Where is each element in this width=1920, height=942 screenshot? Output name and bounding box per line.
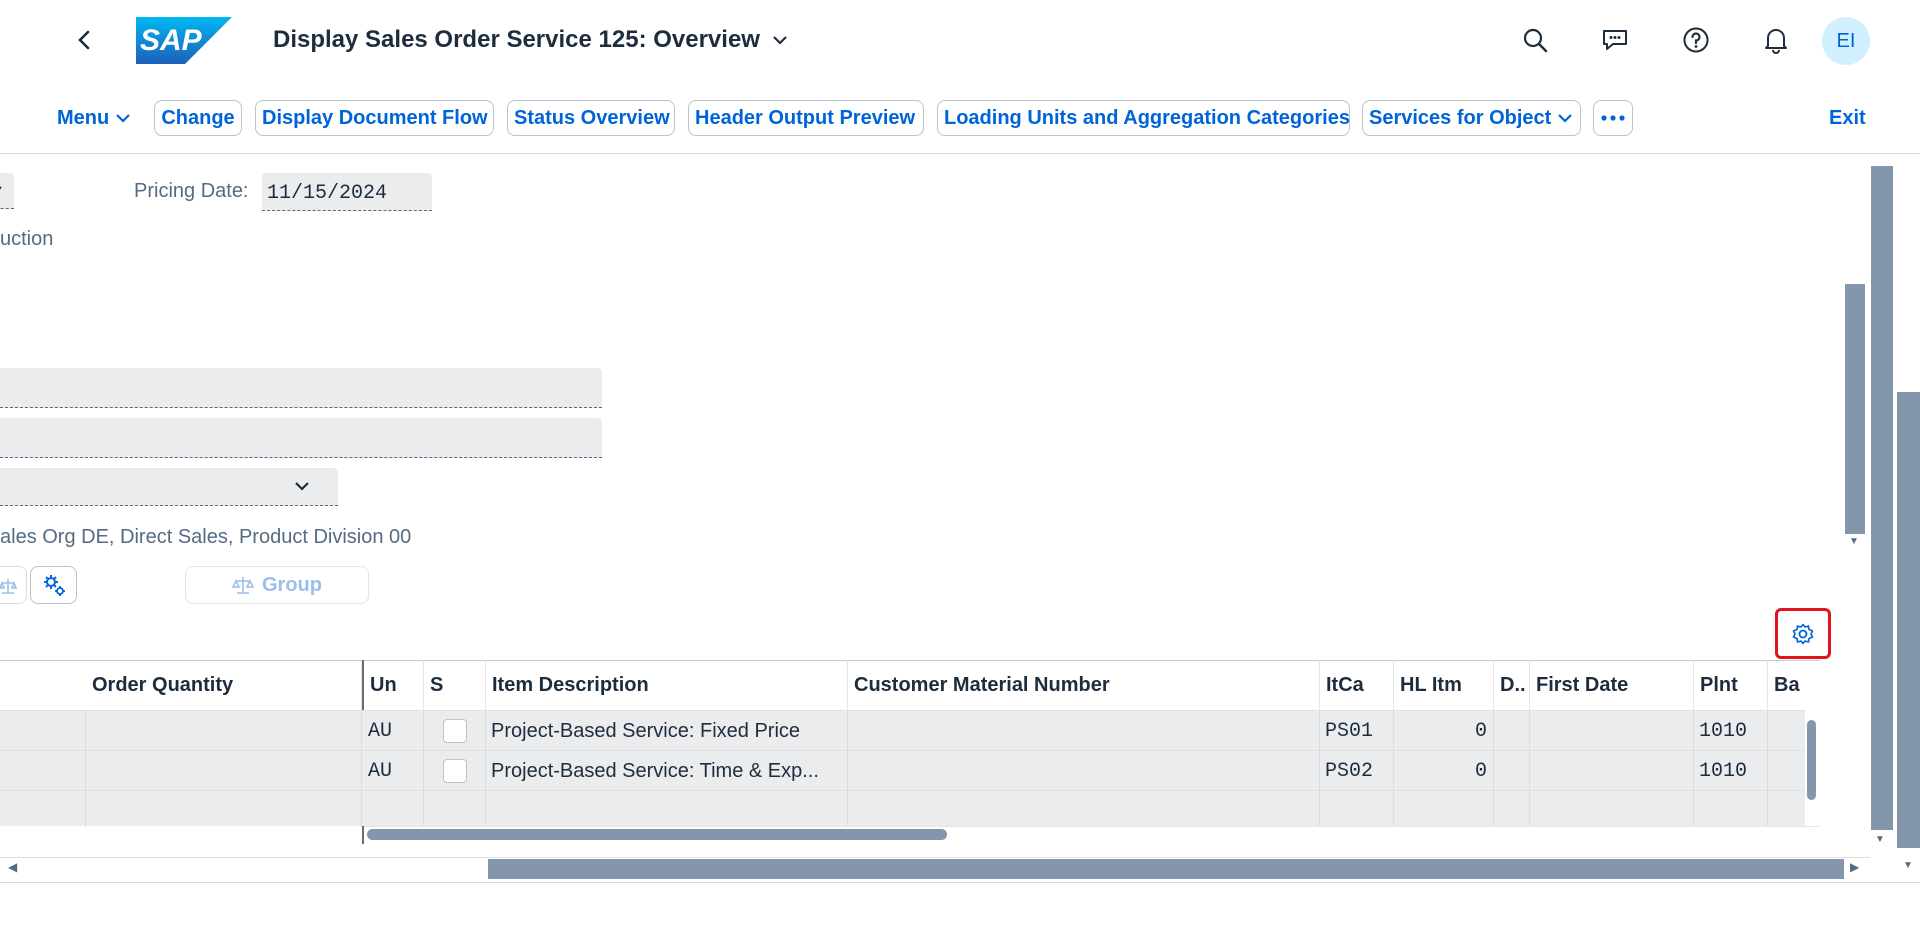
first-date-cell bbox=[1530, 711, 1694, 751]
more-icon bbox=[1601, 115, 1625, 121]
column-header-itca[interactable]: ItCa bbox=[1320, 660, 1394, 710]
page-horizontal-scrollbar[interactable] bbox=[488, 859, 1844, 879]
services-for-object-label: Services for Object bbox=[1369, 106, 1552, 129]
exit-button[interactable]: Exit bbox=[1829, 100, 1866, 136]
text-field-2[interactable] bbox=[0, 418, 602, 458]
chevron-down-icon bbox=[773, 36, 787, 45]
unit-cell: AU bbox=[364, 751, 424, 791]
chevron-down-icon bbox=[0, 186, 2, 190]
scroll-right-arrow[interactable]: ▶ bbox=[1850, 860, 1859, 874]
page-vertical-scrollbar[interactable] bbox=[1897, 392, 1920, 848]
user-avatar[interactable]: EI bbox=[1822, 17, 1870, 65]
inner-vertical-scrollbar[interactable] bbox=[1845, 284, 1865, 534]
search-icon bbox=[1523, 28, 1548, 53]
balance-icon bbox=[0, 579, 17, 594]
itca-cell: PS01 bbox=[1320, 711, 1394, 751]
outer-scroll-down-arrow[interactable]: ▼ bbox=[1875, 834, 1885, 845]
table-row[interactable]: AU Project-Based Service: Fixed Price PS… bbox=[0, 710, 1805, 751]
partial-text-production: uction bbox=[0, 228, 54, 250]
bell-icon bbox=[1765, 29, 1787, 54]
page-scroll-down-arrow[interactable]: ▼ bbox=[1903, 860, 1913, 871]
scroll-left-arrow[interactable]: ◀ bbox=[8, 860, 17, 874]
order-quantity-cell bbox=[86, 751, 362, 791]
row-checkbox[interactable] bbox=[442, 759, 467, 783]
outer-vertical-scrollbar[interactable] bbox=[1871, 166, 1893, 830]
display-document-flow-button[interactable]: Display Document Flow bbox=[255, 100, 494, 136]
first-date-cell bbox=[1530, 751, 1694, 791]
column-header-status[interactable]: S bbox=[424, 660, 486, 710]
menu-button[interactable]: Menu bbox=[57, 100, 131, 136]
services-for-object-button[interactable]: Services for Object bbox=[1362, 100, 1581, 136]
column-header-order-quantity[interactable]: Order Quantity bbox=[86, 660, 362, 710]
table-row[interactable]: AU Project-Based Service: Time & Exp... … bbox=[0, 750, 1805, 791]
sap-logo: SAP bbox=[136, 17, 232, 64]
header-output-preview-button[interactable]: Header Output Preview bbox=[688, 100, 924, 136]
pricing-date-field[interactable]: 11/15/2024 bbox=[262, 173, 432, 211]
partial-dropdown[interactable] bbox=[0, 173, 14, 209]
gear-icon bbox=[1792, 623, 1814, 644]
column-header-first-date[interactable]: First Date bbox=[1530, 660, 1694, 710]
page-title[interactable]: Display Sales Order Service 125: Overvie… bbox=[273, 26, 788, 54]
balance-icon bbox=[232, 577, 254, 594]
column-header-d[interactable]: D.. bbox=[1494, 660, 1530, 710]
customer-material-cell bbox=[848, 711, 1320, 751]
column-header-unit[interactable]: Un bbox=[364, 660, 424, 710]
main-content: Pricing Date: 11/15/2024 uction ales Org… bbox=[0, 154, 1920, 942]
customer-material-cell bbox=[848, 751, 1320, 791]
help-icon bbox=[1683, 27, 1709, 53]
pricing-date-label: Pricing Date: bbox=[134, 180, 249, 202]
group-button[interactable]: Group bbox=[185, 566, 369, 604]
svg-text:SAP: SAP bbox=[140, 24, 203, 57]
status-overview-button[interactable]: Status Overview bbox=[507, 100, 675, 136]
hl-itm-cell: 0 bbox=[1394, 751, 1494, 791]
dropdown-field[interactable] bbox=[0, 468, 338, 506]
change-button[interactable]: Change bbox=[154, 100, 242, 136]
column-header-plant[interactable]: Plnt bbox=[1694, 660, 1768, 710]
chevron-left-icon bbox=[78, 30, 90, 50]
plant-cell: 1010 bbox=[1694, 711, 1768, 751]
gears-icon bbox=[43, 575, 65, 596]
hl-itm-cell: 0 bbox=[1394, 711, 1494, 751]
joule-button[interactable] bbox=[1595, 20, 1635, 60]
plant-cell: 1010 bbox=[1694, 751, 1768, 791]
chevron-down-icon bbox=[295, 482, 309, 491]
unit-cell: AU bbox=[364, 711, 424, 751]
item-description-cell: Project-Based Service: Fixed Price bbox=[486, 711, 848, 751]
column-header-hl-itm[interactable]: HL Itm bbox=[1394, 660, 1494, 710]
overflow-button[interactable] bbox=[1593, 100, 1633, 136]
page-title-text: Display Sales Order Service 125: Overvie… bbox=[273, 26, 760, 53]
itca-cell: PS02 bbox=[1320, 751, 1394, 791]
chat-ai-icon bbox=[1603, 30, 1627, 50]
settings-button[interactable] bbox=[30, 566, 77, 604]
sales-area-text: ales Org DE, Direct Sales, Product Divis… bbox=[0, 526, 412, 548]
table-vertical-scrollbar[interactable] bbox=[1807, 720, 1816, 800]
column-header-item-description[interactable]: Item Description bbox=[486, 660, 848, 710]
back-button[interactable] bbox=[72, 26, 96, 54]
pricing-date-value: 11/15/2024 bbox=[267, 182, 388, 205]
chevron-down-icon bbox=[116, 114, 130, 123]
application-toolbar: Menu Change Display Document Flow Status… bbox=[0, 96, 1920, 136]
order-quantity-cell bbox=[86, 711, 362, 751]
partial-icon-button[interactable] bbox=[0, 566, 27, 604]
group-button-label: Group bbox=[262, 573, 322, 596]
status-cell bbox=[424, 751, 486, 791]
column-header-customer-material[interactable]: Customer Material Number bbox=[848, 660, 1320, 710]
search-button[interactable] bbox=[1515, 20, 1555, 60]
item-description-cell: Project-Based Service: Time & Exp... bbox=[486, 751, 848, 791]
chevron-down-icon bbox=[1558, 114, 1573, 123]
table-settings-button[interactable] bbox=[1775, 608, 1831, 659]
inner-scroll-down-arrow[interactable]: ▼ bbox=[1849, 536, 1859, 547]
shell-bar: SAP Display Sales Order Service 125: Ove… bbox=[0, 0, 1920, 80]
row-checkbox[interactable] bbox=[442, 719, 467, 743]
table-row[interactable] bbox=[0, 790, 1805, 827]
text-field-1[interactable] bbox=[0, 368, 602, 408]
status-cell bbox=[424, 711, 486, 751]
notifications-button[interactable] bbox=[1756, 20, 1796, 60]
menu-label: Menu bbox=[57, 106, 110, 129]
loading-units-button[interactable]: Loading Units and Aggregation Categories bbox=[937, 100, 1350, 136]
items-table: Order Quantity Un S Item Description Cus… bbox=[0, 660, 1820, 844]
column-header-batch[interactable]: Ba bbox=[1768, 660, 1805, 710]
table-horizontal-scrollbar[interactable] bbox=[367, 829, 947, 840]
help-button[interactable] bbox=[1676, 20, 1716, 60]
